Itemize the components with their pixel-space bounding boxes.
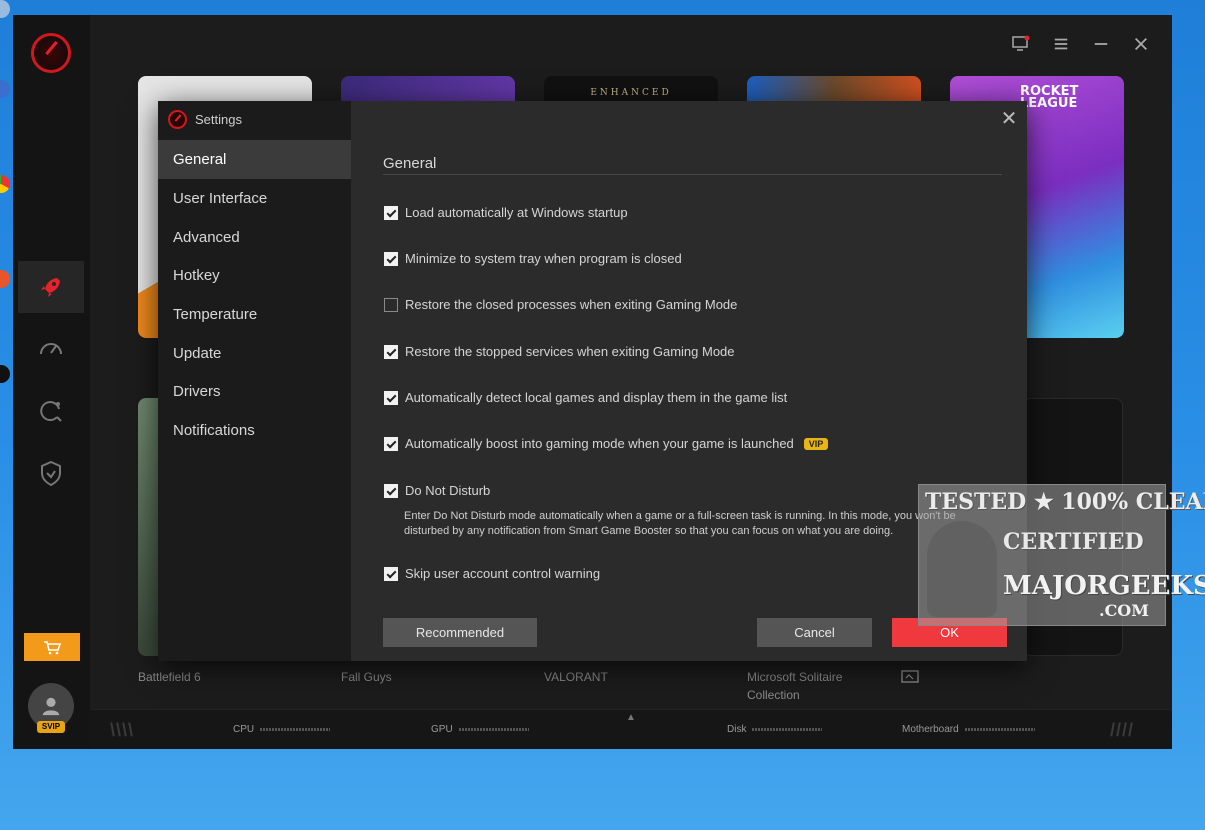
cpu-label: CPU bbox=[233, 724, 255, 735]
stripes-right: //// bbox=[1110, 720, 1135, 740]
watermark-face-graphic bbox=[927, 521, 997, 617]
recommended-button[interactable]: Recommended bbox=[383, 618, 537, 647]
chevron-up-icon[interactable]: ▲ bbox=[626, 712, 636, 723]
disk-bar bbox=[752, 728, 823, 731]
checkbox[interactable] bbox=[384, 390, 398, 405]
refresh-icon[interactable] bbox=[18, 385, 84, 437]
menu-item-general[interactable]: General bbox=[158, 140, 351, 179]
monitor-alert-icon[interactable] bbox=[1012, 35, 1030, 53]
motherboard-stat: Motherboard bbox=[902, 724, 1035, 735]
option-minimize-tray[interactable]: Minimize to system tray when program is … bbox=[384, 251, 682, 266]
settings-dialog: Settings General User Interface Advanced… bbox=[158, 101, 1027, 661]
window-controls bbox=[1012, 35, 1150, 53]
option-label: Minimize to system tray when program is … bbox=[405, 251, 682, 266]
checkbox[interactable] bbox=[384, 483, 398, 498]
section-title: General bbox=[383, 155, 437, 172]
disk-stat: Disk bbox=[727, 724, 823, 735]
option-label: Automatically detect local games and dis… bbox=[405, 390, 788, 405]
motherboard-bar bbox=[964, 728, 1035, 731]
vip-badge: VIP bbox=[803, 437, 829, 450]
app-logo[interactable] bbox=[31, 33, 71, 73]
close-icon[interactable] bbox=[1132, 35, 1150, 53]
checkbox[interactable] bbox=[384, 344, 398, 359]
majorgeeks-watermark: TESTED ★ 100% CLEAN CERTIFIED MAJORGEEKS… bbox=[918, 484, 1205, 626]
option-label: Restore the closed processes when exitin… bbox=[405, 297, 738, 312]
desktop-icon-app[interactable] bbox=[0, 80, 14, 110]
settings-title: Settings bbox=[168, 109, 242, 129]
monitor-icon[interactable] bbox=[901, 670, 919, 691]
option-label: Skip user account control warning bbox=[405, 566, 601, 581]
tile-enhanced-text: ENHANCED bbox=[590, 88, 672, 98]
settings-title-text: Settings bbox=[195, 111, 242, 127]
svip-badge: SVIP bbox=[37, 721, 65, 733]
option-restore-processes[interactable]: Restore the closed processes when exitin… bbox=[384, 297, 737, 312]
checkbox[interactable] bbox=[384, 251, 398, 266]
menu-item-drivers[interactable]: Drivers bbox=[158, 372, 351, 411]
option-label: Restore the stopped services when exitin… bbox=[405, 344, 735, 359]
dialog-close-icon[interactable]: ✕ bbox=[1000, 109, 1018, 129]
checkbox[interactable] bbox=[384, 205, 398, 220]
option-load-startup[interactable]: Load automatically at Windows startup bbox=[384, 205, 628, 220]
game-label: Microsoft Solitaire Collection bbox=[747, 670, 843, 702]
app-sidebar: SVIP bbox=[13, 15, 90, 749]
section-divider bbox=[383, 174, 1002, 175]
checkbox[interactable] bbox=[384, 566, 398, 581]
tile-rocket-league-text: ROCKET LEAGUE bbox=[1020, 84, 1079, 111]
status-bar: \\\\ CPU GPU ▲ Disk Motherboard //// bbox=[90, 709, 1172, 749]
option-do-not-disturb[interactable]: Do Not Disturb bbox=[384, 483, 490, 498]
app-logo-icon bbox=[168, 109, 187, 129]
disk-label: Disk bbox=[727, 724, 747, 735]
watermark-line2: CERTIFIED bbox=[1003, 529, 1144, 555]
menu-icon[interactable] bbox=[1052, 35, 1070, 53]
stripes-left: \\\\ bbox=[110, 720, 135, 740]
desktop-icon-chrome[interactable] bbox=[0, 175, 14, 205]
gpu-bar bbox=[458, 728, 529, 731]
cpu-bar bbox=[260, 728, 331, 731]
cpu-stat: CPU bbox=[233, 724, 331, 735]
game-label: Battlefield 6 bbox=[138, 670, 201, 684]
menu-item-update[interactable]: Update bbox=[158, 334, 351, 373]
menu-item-notifications[interactable]: Notifications bbox=[158, 411, 351, 450]
menu-item-advanced[interactable]: Advanced bbox=[158, 218, 351, 257]
option-label: Automatically boost into gaming mode whe… bbox=[405, 436, 794, 451]
cancel-button[interactable]: Cancel bbox=[757, 618, 872, 647]
option-auto-boost[interactable]: Automatically boost into gaming mode whe… bbox=[384, 436, 829, 451]
speedometer-icon[interactable] bbox=[18, 323, 84, 375]
shield-icon[interactable] bbox=[18, 447, 84, 499]
gpu-stat: GPU bbox=[431, 724, 529, 735]
menu-item-temperature[interactable]: Temperature bbox=[158, 295, 351, 334]
gpu-label: GPU bbox=[431, 724, 453, 735]
checkbox[interactable] bbox=[384, 297, 398, 312]
watermark-line1: TESTED ★ 100% CLEAN bbox=[925, 489, 1205, 515]
option-restore-services[interactable]: Restore the stopped services when exitin… bbox=[384, 344, 735, 359]
settings-sidebar: Settings General User Interface Advanced… bbox=[158, 101, 351, 661]
option-label: Do Not Disturb bbox=[405, 483, 491, 498]
motherboard-label: Motherboard bbox=[902, 724, 959, 735]
desktop-icon-app3[interactable] bbox=[0, 365, 14, 395]
rocket-icon[interactable] bbox=[18, 261, 84, 313]
watermark-line4: .COM bbox=[1099, 601, 1149, 620]
game-label: Fall Guys bbox=[341, 670, 392, 684]
menu-item-hotkey[interactable]: Hotkey bbox=[158, 256, 351, 295]
option-skip-uac[interactable]: Skip user account control warning bbox=[384, 566, 600, 581]
desktop-icon-app2[interactable] bbox=[0, 270, 14, 300]
desktop-icon-recycle[interactable] bbox=[0, 0, 14, 30]
option-label: Load automatically at Windows startup bbox=[405, 205, 628, 220]
option-detect-games[interactable]: Automatically detect local games and dis… bbox=[384, 390, 787, 405]
cart-icon[interactable] bbox=[24, 633, 80, 661]
game-label: VALORANT bbox=[544, 670, 608, 684]
checkbox[interactable] bbox=[384, 436, 398, 451]
dnd-description: Enter Do Not Disturb mode automatically … bbox=[404, 510, 956, 537]
menu-item-user-interface[interactable]: User Interface bbox=[158, 179, 351, 218]
watermark-line3: MAJORGEEKS bbox=[1003, 571, 1205, 601]
minimize-icon[interactable] bbox=[1092, 35, 1110, 53]
